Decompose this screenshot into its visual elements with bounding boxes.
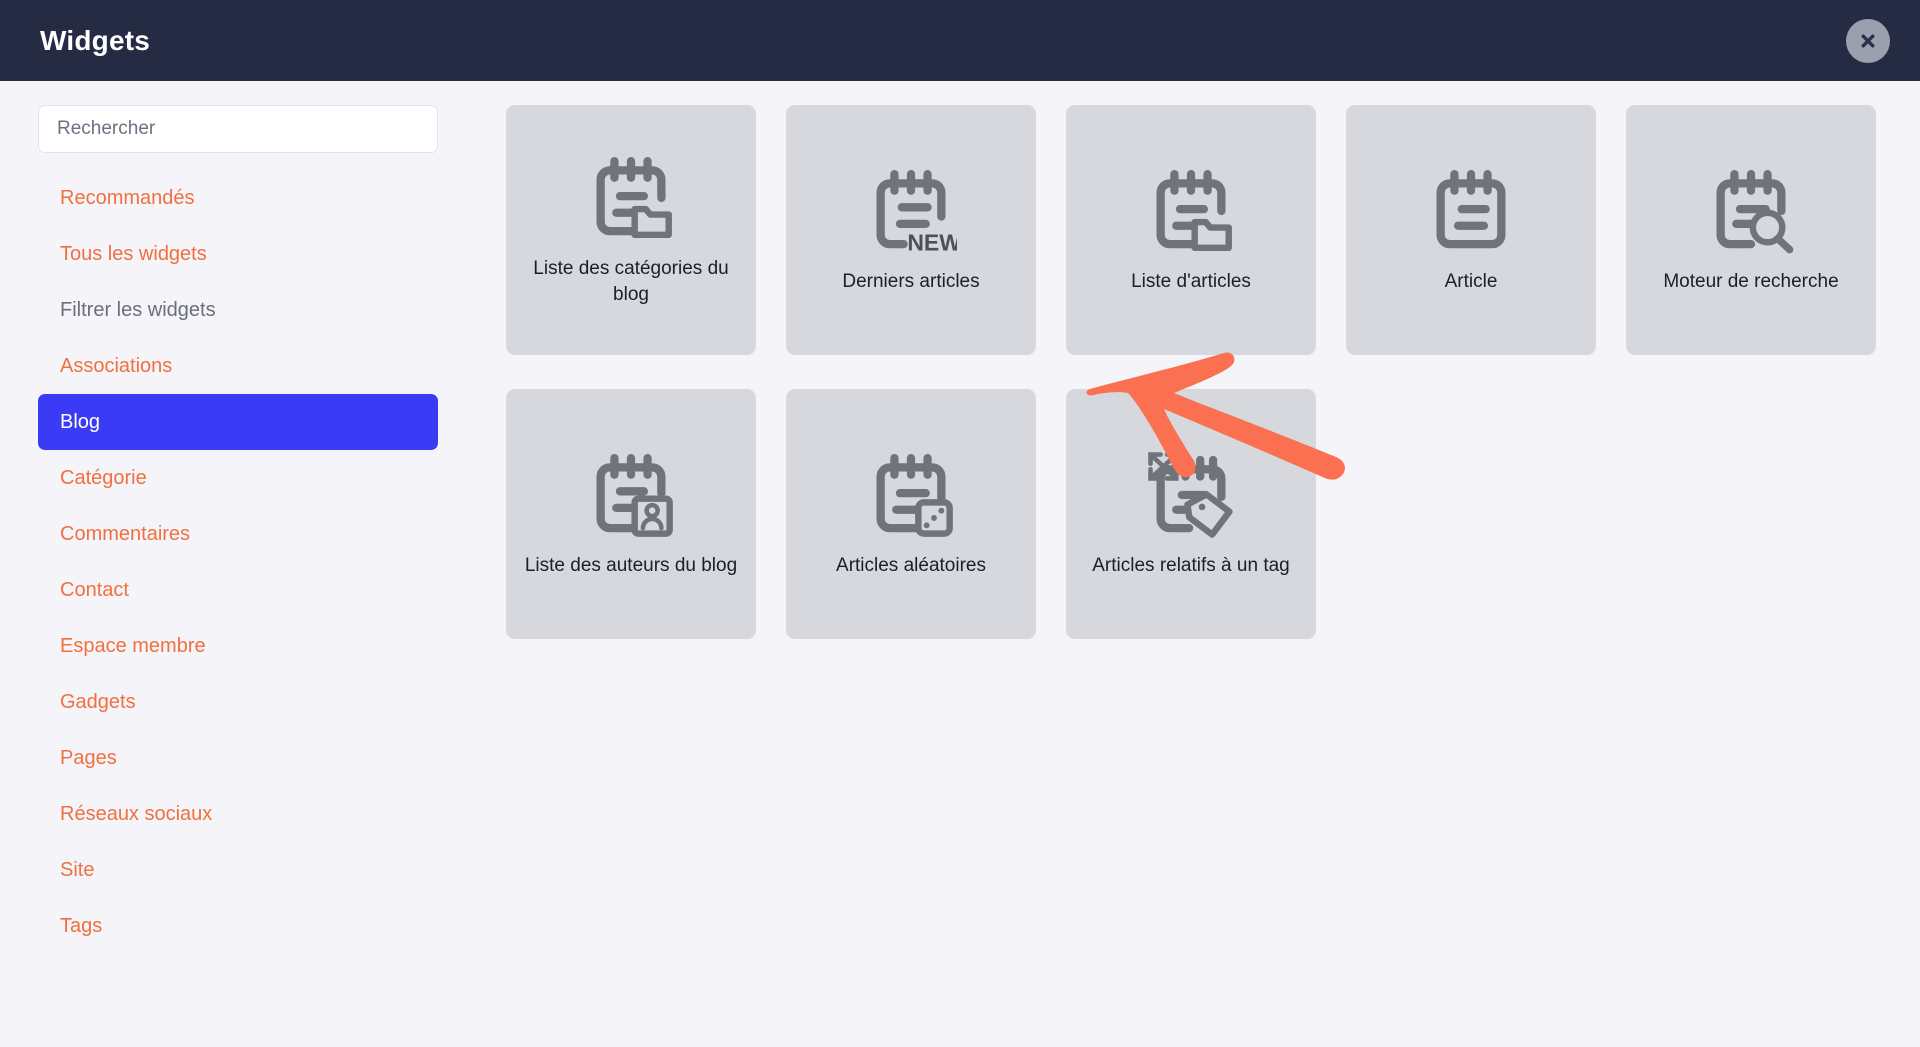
sidebar-item-label: Espace membre [60,634,206,657]
sidebar-item-contact[interactable]: Contact [38,562,438,618]
notepad-tag-icon [1145,449,1237,541]
sidebar-item-commentaires[interactable]: Commentaires [38,506,438,562]
notepad-folder-icon [585,152,677,244]
widget-card-liste-d-articles[interactable]: Liste d'articles [1066,105,1316,355]
sidebar-item-label: Recommandés [60,186,195,209]
sidebar-item-label: Site [60,858,95,881]
widget-card-liste-des-auteurs-du-blog[interactable]: Liste des auteurs du blog [506,389,756,639]
sidebar-item-label: Associations [60,354,173,377]
sidebar-item-filtrer-les-widgets: Filtrer les widgets [38,282,438,338]
widget-card-label: Articles aléatoires [836,555,986,577]
sidebar-item-label: Catégorie [60,466,147,489]
sidebar-item-label: Réseaux sociaux [60,802,213,825]
sidebar-item-espace-membre[interactable]: Espace membre [38,618,438,674]
widget-card-articles-relatifs-a-un-tag[interactable]: Articles relatifs à un tag [1066,389,1316,639]
sidebar-item-label: Tous les widgets [60,242,207,265]
notepad-icon [1425,165,1517,257]
sidebar-item-recommandes[interactable]: Recommandés [38,170,438,226]
modal-body: Recommandés Tous les widgets Filtrer les w… [0,81,1920,1047]
widget-card-articles-aleatoires[interactable]: Articles aléatoires [786,389,1036,639]
widget-card-label: Liste d'articles [1131,271,1251,293]
widget-card-label: Derniers articles [842,271,980,293]
sidebar-item-categorie[interactable]: Catégorie [38,450,438,506]
sidebar-item-site[interactable]: Site [38,842,438,898]
notepad-new-icon: NEW [865,165,957,257]
sidebar-item-associations[interactable]: Associations [38,338,438,394]
notepad-person-icon [585,449,677,541]
close-button[interactable] [1846,18,1890,63]
search-input[interactable] [38,105,438,153]
widget-card-article[interactable]: Article [1346,105,1596,355]
widget-card-moteur-de-recherche[interactable]: Moteur de recherche [1626,105,1876,355]
sidebar-item-gadgets[interactable]: Gadgets [38,674,438,730]
widget-card-derniers-articles[interactable]: NEW Derniers articles [786,105,1036,355]
sidebar-item-reseaux-sociaux[interactable]: Réseaux sociaux [38,786,438,842]
widget-card-label: Article [1444,271,1498,293]
widget-card-label: Articles relatifs à un tag [1092,555,1290,577]
sidebar-item-label: Filtrer les widgets [60,298,216,321]
sidebar-item-label: Gadgets [60,690,136,713]
sidebar-item-label: Blog [60,410,101,433]
svg-text:NEW: NEW [907,230,957,256]
sidebar-nav: Recommandés Tous les widgets Filtrer les w… [38,170,438,954]
widget-card-label: Moteur de recherche [1663,271,1839,293]
modal-header: Widgets [0,0,1920,81]
sidebar-item-label: Tags [60,914,103,937]
sidebar-item-tous-les-widgets[interactable]: Tous les widgets [38,226,438,282]
widget-grid: Liste des catégories du blog NEW Dernier… [506,105,1920,639]
widget-card-label: Liste des catégories du blog [533,258,729,305]
close-icon [1858,31,1878,51]
widget-card-liste-des-categories-du-blog[interactable]: Liste des catégories du blog [506,105,756,355]
sidebar-item-blog[interactable]: Blog [38,394,438,450]
sidebar-item-pages[interactable]: Pages [38,730,438,786]
widget-gallery: Liste des catégories du blog NEW Dernier… [478,81,1920,1047]
sidebar-item-label: Contact [60,578,129,601]
sidebar: Recommandés Tous les widgets Filtrer les w… [0,81,478,1047]
sidebar-item-label: Commentaires [60,522,191,545]
sidebar-item-label: Pages [60,746,117,769]
notepad-search-icon [1705,165,1797,257]
notepad-folder-icon [1145,165,1237,257]
notepad-dice-icon [865,449,957,541]
widget-card-label: Liste des auteurs du blog [524,555,738,577]
page-title: Widgets [40,24,151,56]
sidebar-item-tags[interactable]: Tags [38,898,438,954]
